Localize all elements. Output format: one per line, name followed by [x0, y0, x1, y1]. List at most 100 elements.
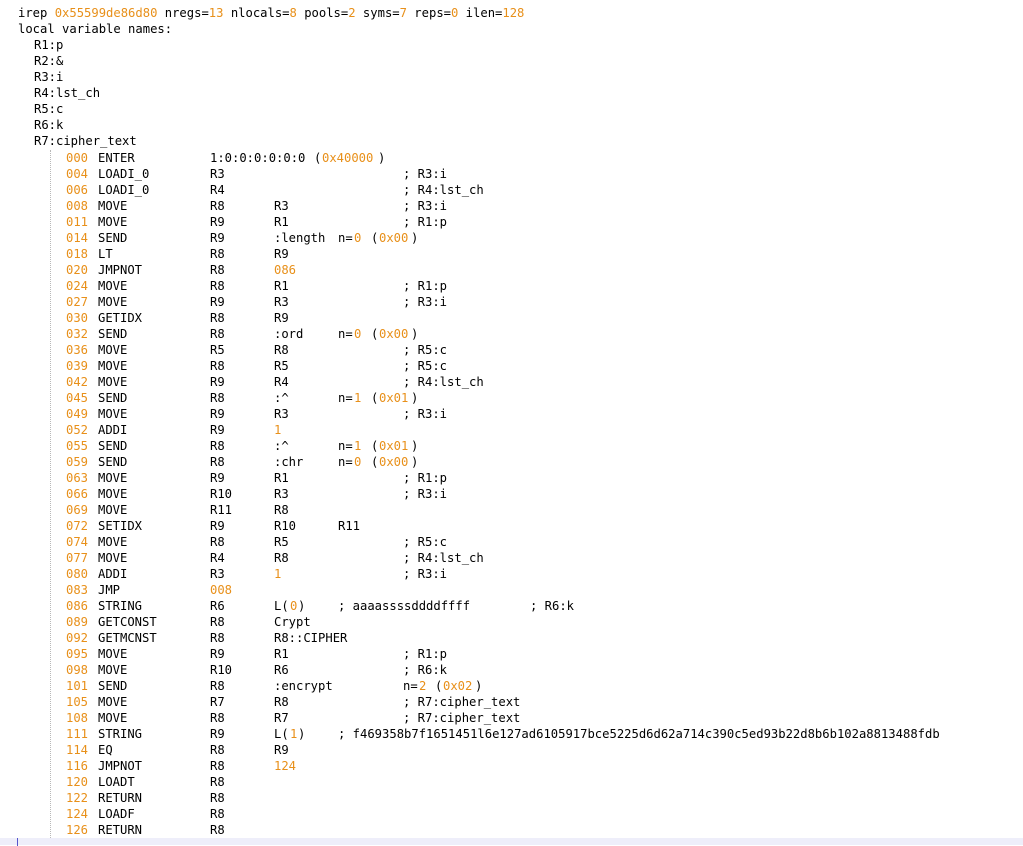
instruction-address: 063	[66, 471, 89, 485]
opcode: MOVE	[98, 215, 128, 229]
operand-b: Crypt	[274, 615, 311, 629]
argc-hex: 0x01	[379, 391, 409, 405]
ilen-value: 128	[502, 6, 525, 20]
instruction-address: 069	[66, 503, 89, 517]
opcode: GETIDX	[98, 311, 143, 325]
instruction-address: 039	[66, 359, 89, 373]
opcode: RETURN	[98, 823, 143, 837]
instruction-address: 059	[66, 455, 89, 469]
opcode: MOVE	[98, 711, 128, 725]
instruction-address: 086	[66, 599, 89, 613]
operand-a: R8	[210, 359, 225, 373]
register-comment: ; R3:i	[403, 199, 448, 213]
operand-a: R8	[210, 615, 225, 629]
operand-a: R4	[210, 551, 225, 565]
operand-c: R11	[338, 519, 361, 533]
argc-label: n=	[338, 391, 353, 405]
argc-value: 0	[354, 231, 362, 245]
instruction-address: 095	[66, 647, 89, 661]
local-variable: R3:i	[34, 70, 64, 84]
operand-a: R8	[210, 631, 225, 645]
operand-a: R8	[210, 711, 225, 725]
opcode: SEND	[98, 679, 128, 693]
operand-b-number: 1	[274, 567, 282, 581]
local-variable: R5:c	[34, 102, 64, 116]
instruction-address: 011	[66, 215, 89, 229]
opcode: EQ	[98, 743, 113, 757]
opcode: LT	[98, 247, 113, 261]
register-comment: ; R3:i	[403, 407, 448, 421]
instruction-address: 045	[66, 391, 89, 405]
operand-hex: 0x40000	[322, 151, 374, 165]
instruction-address: 014	[66, 231, 89, 245]
instruction-address: 004	[66, 167, 89, 181]
register-comment: ; R3:i	[403, 567, 448, 581]
operand-b: :ord	[274, 327, 304, 341]
instruction-address: 018	[66, 247, 89, 261]
operand-a: R9	[210, 727, 225, 741]
opcode: MOVE	[98, 487, 128, 501]
operand-b: R9	[274, 743, 289, 757]
opcode: MOVE	[98, 551, 128, 565]
literal-suffix: )	[298, 599, 306, 613]
operand-a: R10	[210, 663, 233, 677]
operand-a: R8	[210, 279, 225, 293]
operand-a: R5	[210, 343, 225, 357]
argc-label: n=	[338, 231, 353, 245]
operand-b: R3	[274, 487, 289, 501]
instruction-address: 111	[66, 727, 89, 741]
register-comment: ; R5:c	[403, 359, 448, 373]
operand-a: R8	[210, 679, 225, 693]
opcode: MOVE	[98, 407, 128, 421]
instruction-address: 032	[66, 327, 89, 341]
operand-b: R8	[274, 695, 289, 709]
argc-label: n=	[338, 455, 353, 469]
argc-value: 2	[419, 679, 427, 693]
operand-b: R3	[274, 407, 289, 421]
reps-label: reps=	[406, 6, 451, 20]
operand-a: R9	[210, 471, 225, 485]
argc-hex: 0x00	[379, 327, 409, 341]
paren-close: )	[378, 151, 386, 165]
syms-value: 7	[399, 6, 407, 20]
register-comment: ; R3:i	[403, 167, 448, 181]
paren-open: (	[371, 391, 379, 405]
operand-a: R8	[210, 535, 225, 549]
opcode: ADDI	[98, 567, 128, 581]
instruction-address: 098	[66, 663, 89, 677]
literal-suffix: )	[298, 727, 306, 741]
opcode: JMPNOT	[98, 759, 143, 773]
argc-hex: 0x00	[379, 231, 409, 245]
operand-b: R7	[274, 711, 289, 725]
opcode: GETMCNST	[98, 631, 157, 645]
opcode: JMPNOT	[98, 263, 143, 277]
instruction-address: 101	[66, 679, 89, 693]
opcode: MOVE	[98, 695, 128, 709]
operand-a: R8	[210, 775, 225, 789]
operand-b: R8	[274, 551, 289, 565]
argc-hex: 0x00	[379, 455, 409, 469]
operand-a: R9	[210, 215, 225, 229]
literal-prefix: L(	[274, 727, 289, 741]
opcode: STRING	[98, 727, 143, 741]
opcode: SEND	[98, 231, 128, 245]
operand-b: R9	[274, 247, 289, 261]
paren-open: (	[371, 439, 379, 453]
instruction-address: 074	[66, 535, 89, 549]
paren-close: )	[411, 391, 419, 405]
locals-title: local variable names:	[18, 22, 173, 36]
instruction-address: 108	[66, 711, 89, 725]
opcode: MOVE	[98, 647, 128, 661]
paren-close: )	[411, 455, 419, 469]
operand-a: R11	[210, 503, 233, 517]
instruction-address: 126	[66, 823, 89, 837]
instruction-address: 024	[66, 279, 89, 293]
operand-a: R8	[210, 327, 225, 341]
operand-b: :^	[274, 391, 289, 405]
literal-comment: ; aaaassssddddffff	[338, 599, 471, 613]
operand-a: R9	[210, 375, 225, 389]
operand-a: R8	[210, 247, 225, 261]
register-comment: ; R6:k	[530, 599, 575, 613]
opcode: MOVE	[98, 279, 128, 293]
operand-b: R9	[274, 311, 289, 325]
